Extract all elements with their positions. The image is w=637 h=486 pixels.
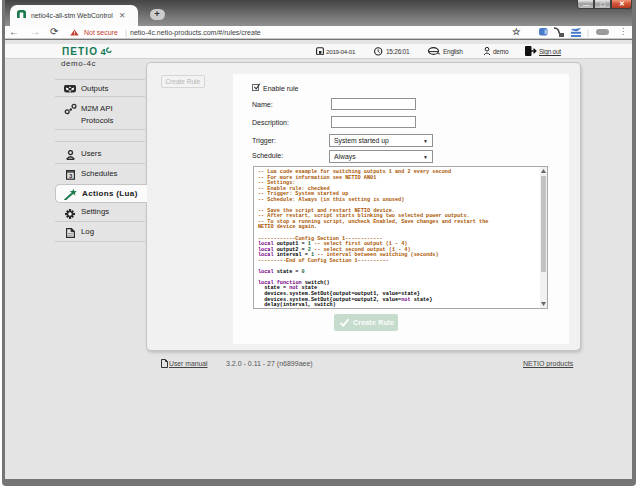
svg-text:3: 3 [69,172,73,178]
